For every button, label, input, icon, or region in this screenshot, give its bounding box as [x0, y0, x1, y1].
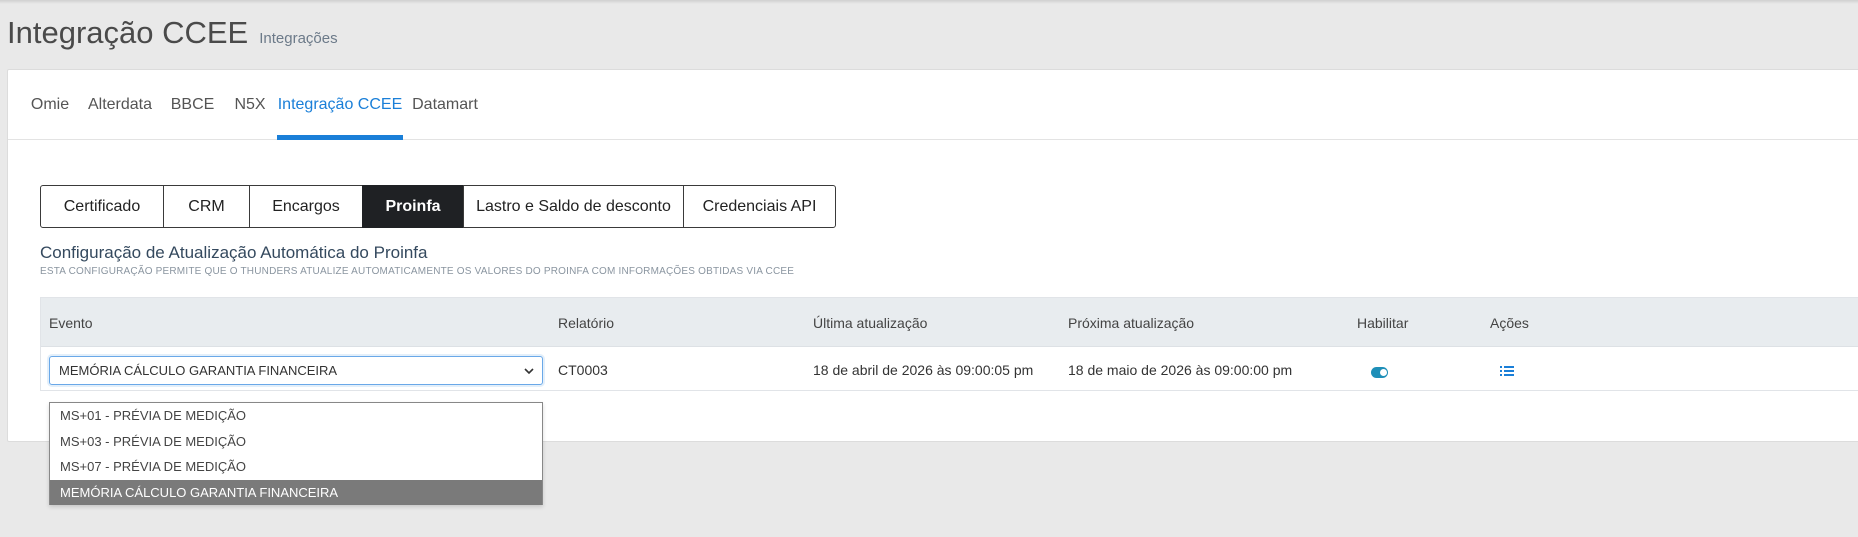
header-habilitar: Habilitar — [1357, 314, 1409, 331]
section-description: ESTA CONFIGURAÇÃO PERMITE QUE O THUNDERS… — [40, 266, 795, 277]
header-ultima-atualizacao: Última atualização — [813, 314, 928, 331]
tab-integracao-ccee[interactable]: Integração CCEE — [277, 70, 403, 140]
subtab-credenciais-api[interactable]: Credenciais API — [683, 185, 836, 228]
table-header: Evento Relatório Última atualização Próx… — [41, 298, 1858, 347]
tab-bbce[interactable]: BBCE — [171, 70, 215, 140]
header-proxima-atualizacao: Próxima atualização — [1068, 314, 1195, 331]
tab-datamart[interactable]: Datamart — [412, 70, 478, 140]
chevron-down-icon — [524, 368, 534, 375]
page-subtitle: Integrações — [259, 30, 338, 47]
dropdown-option-selected[interactable]: MEMÓRIA CÁLCULO GARANTIA FINANCEIRA — [50, 479, 542, 505]
evento-dropdown-list: MS+01 - PRÉVIA DE MEDIÇÃO MS+03 - PRÉVIA… — [49, 402, 543, 505]
integration-tabs: Omie Alterdata BBCE N5X Integração CCEE … — [8, 70, 1858, 140]
section-title: Configuração de Atualização Automática d… — [40, 243, 428, 262]
tab-n5x[interactable]: N5X — [234, 70, 265, 140]
header-evento: Evento — [49, 314, 93, 331]
list-icon[interactable] — [1500, 365, 1514, 377]
subtab-crm[interactable]: CRM — [163, 185, 250, 228]
tab-alterdata[interactable]: Alterdata — [88, 70, 152, 140]
top-shadow — [0, 0, 1858, 4]
evento-select-value: MEMÓRIA CÁLCULO GARANTIA FINANCEIRA — [59, 363, 338, 378]
toggle-knob — [1380, 369, 1387, 376]
content-card: Omie Alterdata BBCE N5X Integração CCEE … — [7, 69, 1858, 442]
tab-omie[interactable]: Omie — [31, 70, 69, 140]
header-relatorio: Relatório — [558, 314, 615, 331]
subtab-encargos[interactable]: Encargos — [249, 185, 363, 228]
table-row: MEMÓRIA CÁLCULO GARANTIA FINANCEIRA CT00… — [41, 347, 1858, 392]
subtab-certificado[interactable]: Certificado — [40, 185, 164, 228]
habilitar-toggle[interactable] — [1371, 367, 1388, 378]
cell-relatorio: CT0003 — [558, 361, 608, 378]
dropdown-option[interactable]: MS+01 - PRÉVIA DE MEDIÇÃO — [50, 403, 542, 429]
proinfa-table: Evento Relatório Última atualização Próx… — [40, 297, 1858, 391]
dropdown-option[interactable]: MS+03 - PRÉVIA DE MEDIÇÃO — [50, 429, 542, 455]
dropdown-option[interactable]: MS+07 - PRÉVIA DE MEDIÇÃO — [50, 454, 542, 480]
page-header: Integração CCEE Integrações — [7, 15, 338, 51]
page-title: Integração CCEE — [7, 15, 249, 50]
cell-proxima-atualizacao: 18 de maio de 2026 às 09:00:00 pm — [1068, 361, 1293, 378]
header-acoes: Ações — [1490, 314, 1529, 331]
cell-ultima-atualizacao: 18 de abril de 2026 às 09:00:05 pm — [813, 361, 1034, 378]
evento-select[interactable]: MEMÓRIA CÁLCULO GARANTIA FINANCEIRA — [49, 356, 543, 385]
subtab-proinfa[interactable]: Proinfa — [362, 185, 464, 228]
subtab-lastro-saldo[interactable]: Lastro e Saldo de desconto — [463, 185, 684, 228]
ccee-subtabs: Certificado CRM Encargos Proinfa Lastro … — [40, 185, 836, 228]
